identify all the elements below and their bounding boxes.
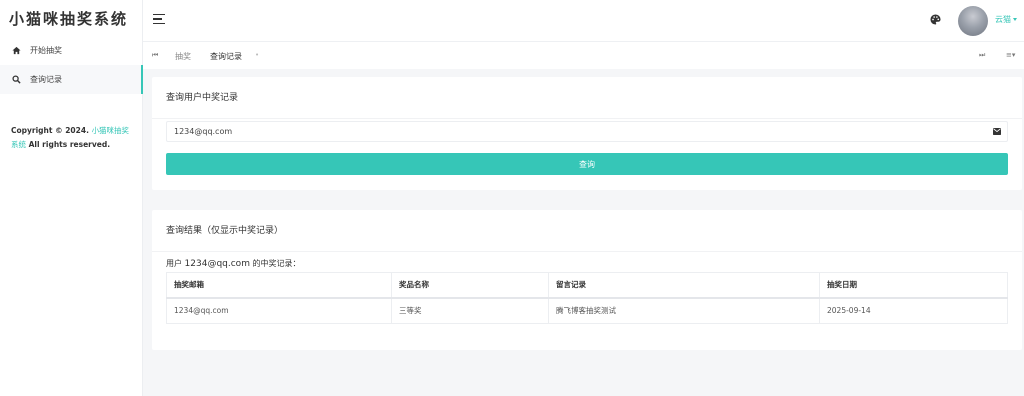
column-header-prize: 奖品名称 [391,272,549,299]
query-card: 查询用户中奖记录 查询 [152,77,1022,190]
search-icon [11,75,21,85]
user-menu[interactable]: 云猫 [995,14,1017,25]
tab-close-icon[interactable]: • [255,51,259,59]
copyright-prefix: Copyright © 2024. [11,126,89,135]
table-row: 1234@qq.com 三等奖 腾飞博客抽奖测试 2025-09-14 [166,297,1008,324]
column-header-message: 留言记录 [548,272,820,299]
copyright: Copyright © 2024. 小猫咪抽奖系统 All rights res… [11,124,133,152]
home-icon [11,46,21,56]
result-desc-prefix: 用户 [166,259,182,268]
username-label: 云猫 [995,15,1011,24]
sidebar-item-start-draw[interactable]: 开始抽奖 [0,36,142,65]
sidebar: 小猫咪抽奖系统 开始抽奖 查询记录 Copyright © 2024. 小猫咪抽… [0,0,143,396]
result-card-title: 查询结果（仅显示中奖记录） [152,210,1022,252]
result-description: 用户 1234@qq.com 的中奖记录： [166,258,301,269]
cell-prize: 三等奖 [391,297,549,324]
app-logo-title[interactable]: 小猫咪抽奖系统 [0,0,142,36]
results-table: 抽奖邮箱 奖品名称 留言记录 抽奖日期 1234@qq.com 三等奖 腾飞博客… [166,272,1008,324]
copyright-suffix: All rights reserved. [28,140,111,149]
email-field-wrapper [166,121,1008,142]
tab-scroll-left-icon[interactable]: ⏮ [152,51,158,60]
sidebar-item-label: 开始抽奖 [30,46,62,55]
column-header-email: 抽奖邮箱 [166,272,392,299]
menu-toggle-icon[interactable] [153,14,165,25]
top-header: 云猫 [143,0,1024,41]
result-desc-suffix: 的中奖记录： [252,259,301,268]
table-header-row: 抽奖邮箱 奖品名称 留言记录 抽奖日期 [166,272,1008,299]
sidebar-item-label: 查询记录 [30,75,62,84]
cell-message: 腾飞博客抽奖测试 [548,297,820,324]
tab-query-records[interactable]: 查询记录 [210,51,242,62]
email-field[interactable] [167,122,1007,141]
query-button[interactable]: 查询 [166,153,1008,175]
result-desc-email: 1234@qq.com [184,259,250,269]
tab-bar: ⏮ 抽奖 查询记录 • ⏭ ≡▾ [143,41,1024,69]
cell-date: 2025-09-14 [819,297,1008,324]
palette-icon[interactable] [930,14,941,25]
tab-scroll-right-icon[interactable]: ⏭ [979,51,985,60]
query-card-title: 查询用户中奖记录 [152,77,1022,119]
sidebar-item-query-records[interactable]: 查询记录 [0,65,143,94]
envelope-icon [993,128,1001,135]
avatar[interactable] [958,6,988,36]
tab-draw[interactable]: 抽奖 [175,51,191,62]
tab-menu-icon[interactable]: ≡▾ [1006,51,1015,59]
chevron-down-icon [1013,18,1017,21]
column-header-date: 抽奖日期 [819,272,1008,299]
result-card: 查询结果（仅显示中奖记录） 用户 1234@qq.com 的中奖记录： 抽奖邮箱… [152,210,1022,350]
cell-email: 1234@qq.com [166,297,392,324]
